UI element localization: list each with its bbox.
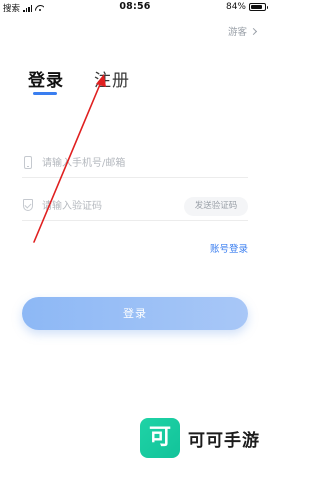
account-login-link[interactable]: 账号登录 [210, 241, 248, 255]
status-bar: 搜索 08:56 84% [0, 0, 270, 14]
brand: 可 可可手游 [140, 418, 260, 458]
battery-icon [249, 3, 268, 11]
tab-register[interactable]: 注册 [94, 66, 130, 91]
brand-name: 可可手游 [188, 430, 260, 451]
tab-login[interactable]: 登录 [28, 66, 64, 91]
verification-code-input[interactable] [42, 196, 192, 216]
status-right: 84% [225, 2, 268, 12]
chevron-right-icon [249, 27, 258, 35]
guest-label: 游客 [227, 27, 247, 38]
phone-field-row [22, 150, 248, 178]
login-button[interactable]: 登录 [22, 297, 248, 330]
active-tab-indicator [33, 92, 57, 95]
battery-percent: 84% [225, 2, 246, 12]
send-code-button[interactable]: 发送验证码 [184, 197, 248, 216]
shield-check-icon [22, 199, 34, 213]
brand-logo: 可 [140, 418, 180, 458]
phone-input[interactable] [42, 153, 192, 173]
code-field-row: 发送验证码 [22, 193, 248, 221]
phone-icon [22, 156, 34, 170]
guest-button[interactable]: 游客 [227, 24, 258, 38]
